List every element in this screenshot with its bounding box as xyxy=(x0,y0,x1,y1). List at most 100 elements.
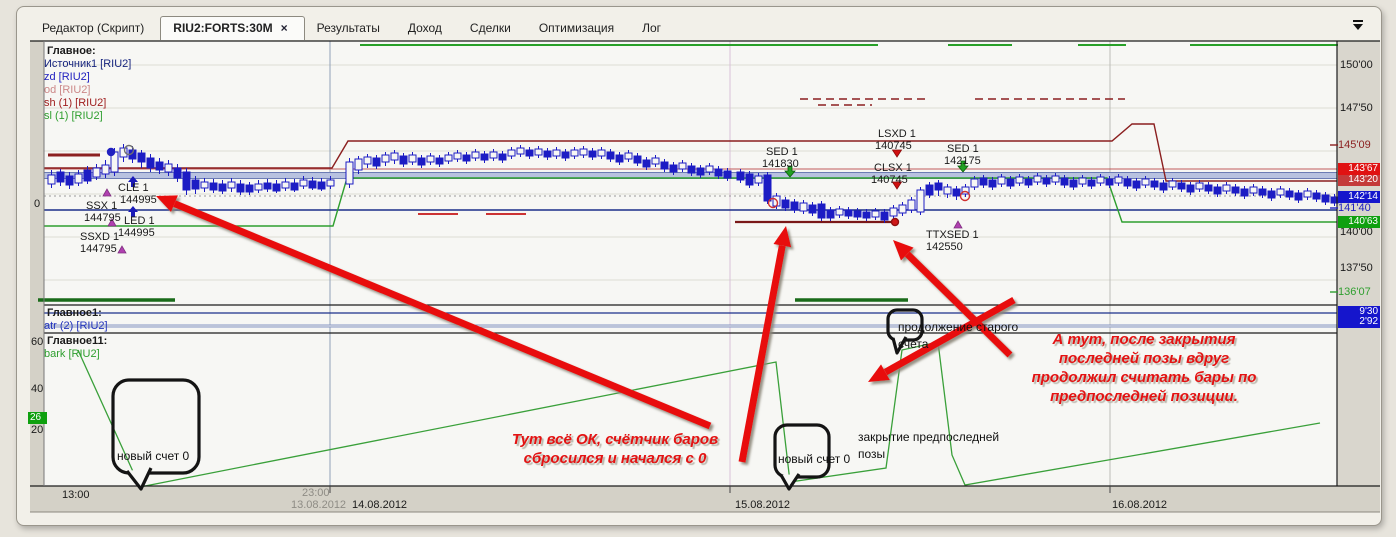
signal-circle-marker xyxy=(890,217,900,227)
candlestick xyxy=(853,210,862,218)
candlestick xyxy=(146,157,155,169)
candlestick xyxy=(372,157,381,167)
legend-item: Источник1 [RIU2] xyxy=(44,58,132,70)
candlestick xyxy=(489,151,498,159)
trade-label: 140745 xyxy=(875,140,912,152)
candlestick xyxy=(390,152,399,161)
candlestick xyxy=(1159,182,1168,191)
candlestick xyxy=(471,151,480,159)
price-level-label: 145'09 xyxy=(1338,139,1371,151)
annotation-red-note: А тут, после закрытия последней позы вдру… xyxy=(1031,331,1257,405)
candlestick xyxy=(606,151,615,160)
candlestick xyxy=(290,182,299,191)
annotation-red-note: Тут всё ОК, счётчик баров сбросился и нач… xyxy=(511,431,719,467)
candlestick xyxy=(817,203,826,219)
candlestick xyxy=(633,155,642,164)
price-badge: 142'14 xyxy=(1338,191,1380,203)
candlestick xyxy=(687,165,696,174)
candlestick xyxy=(898,204,907,214)
callout-text: новый счет 0 xyxy=(778,452,851,466)
candlestick xyxy=(826,209,835,219)
candlestick xyxy=(534,148,543,156)
candlestick xyxy=(660,161,669,170)
candlestick xyxy=(1033,175,1042,183)
candlestick xyxy=(155,161,164,171)
candlestick xyxy=(1222,184,1231,192)
candlestick xyxy=(1105,178,1114,186)
trade-label: 144995 xyxy=(120,194,157,206)
candlestick xyxy=(245,184,254,193)
triangle-up-marker xyxy=(953,220,963,229)
candlestick xyxy=(705,165,714,173)
candlestick xyxy=(1060,177,1069,186)
candlestick xyxy=(552,149,561,157)
callout-text: закрытие предпоследней xyxy=(858,430,1000,444)
candlestick xyxy=(880,211,889,221)
price-badge: 2'92 xyxy=(1338,316,1380,328)
price-badge: 143'67 xyxy=(1338,163,1380,175)
callout-text: продолжение старого xyxy=(898,320,1019,334)
annotation-arrows xyxy=(156,195,1016,463)
candlestick xyxy=(1015,176,1024,184)
trade-label: LED 1 xyxy=(124,215,155,227)
candlestick xyxy=(1267,190,1276,199)
candlestick xyxy=(1294,192,1303,201)
trade-label: 140745 xyxy=(871,174,908,186)
candlestick xyxy=(345,161,354,185)
candlestick xyxy=(326,179,335,187)
callout-text: новый счет 0 xyxy=(117,449,190,463)
candlestick xyxy=(498,153,507,161)
candlestick xyxy=(1312,192,1321,200)
candlestick xyxy=(624,152,633,160)
left-axis-label: 60 xyxy=(31,336,44,348)
trade-label: SSX 1 xyxy=(86,200,118,212)
price-badge: 143'20 xyxy=(1338,174,1380,186)
candlestick xyxy=(952,188,961,197)
trade-label: 144995 xyxy=(118,227,155,239)
candlestick xyxy=(209,182,218,191)
candlestick xyxy=(844,209,853,217)
candlestick xyxy=(835,208,844,216)
candlestick xyxy=(862,211,871,219)
candlestick xyxy=(263,182,272,190)
candlestick xyxy=(979,177,988,186)
trade-label: CLSX 1 xyxy=(874,162,912,174)
candlestick xyxy=(525,149,534,157)
candlestick xyxy=(299,179,308,187)
candlestick xyxy=(1069,179,1078,188)
candlestick xyxy=(997,176,1006,185)
candlestick xyxy=(363,156,372,165)
candlestick xyxy=(426,155,435,163)
trade-label: 142550 xyxy=(926,241,963,253)
candlestick xyxy=(943,186,952,195)
candlestick xyxy=(988,179,997,188)
app-stage: Редактор (Скрипт) RIU2:FORTS:30M × Результа… xyxy=(0,0,1396,537)
candlestick xyxy=(408,154,417,163)
candlestick xyxy=(444,154,453,162)
candlestick xyxy=(236,183,245,193)
candlestick xyxy=(1213,186,1222,195)
candlestick xyxy=(736,171,745,181)
candlestick xyxy=(714,168,723,177)
trade-label: 141830 xyxy=(762,158,799,170)
candlestick xyxy=(597,149,606,157)
candlestick xyxy=(669,164,678,173)
trade-label: 144795 xyxy=(84,212,121,224)
candlestick xyxy=(678,162,687,170)
candlestick xyxy=(790,201,799,211)
signal-circle-marker xyxy=(106,147,116,157)
candlestick xyxy=(74,173,83,184)
candlestick xyxy=(218,183,227,192)
time-label: 16.08.2012 xyxy=(1112,499,1168,511)
candlestick xyxy=(308,180,317,189)
candlestick xyxy=(317,181,326,190)
time-label: 13.08.2012 xyxy=(291,499,347,511)
candlestick xyxy=(1024,178,1033,186)
candlestick xyxy=(799,202,808,212)
candlestick xyxy=(723,170,732,179)
callout-text: счета xyxy=(898,337,929,351)
candlestick xyxy=(579,148,588,156)
left-axis-label: 20 xyxy=(31,424,44,436)
candlestick xyxy=(1204,184,1213,192)
candlestick xyxy=(1123,178,1132,187)
